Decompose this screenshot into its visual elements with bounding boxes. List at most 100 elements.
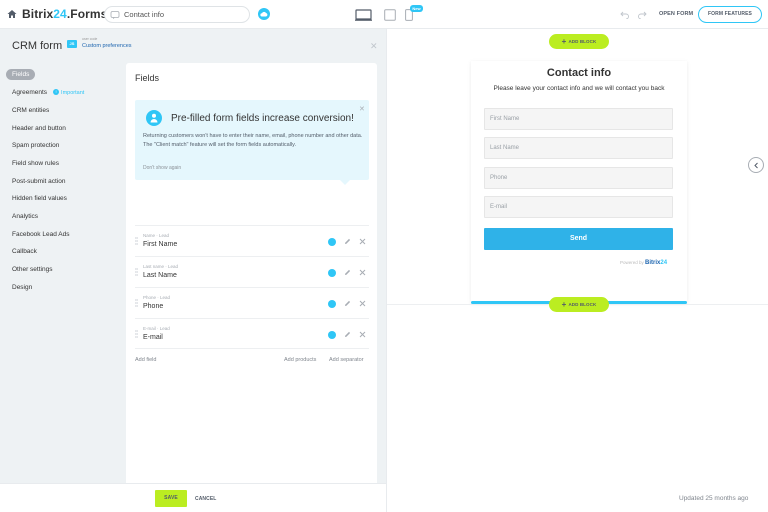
chat-icon bbox=[110, 11, 120, 19]
user-code-icon: JS bbox=[67, 40, 77, 48]
input-placeholder: Last Name bbox=[490, 145, 520, 151]
brand-suffix: .Forms bbox=[66, 7, 108, 21]
input-placeholder: First Name bbox=[490, 116, 520, 122]
powered-brand-accent: 24 bbox=[660, 260, 668, 266]
field-row[interactable]: Phone · Lead Phone bbox=[135, 287, 369, 318]
hint-close-icon[interactable]: ✕ bbox=[359, 106, 365, 113]
client-match-icon[interactable] bbox=[328, 331, 336, 339]
menu-item-hidden-field-values[interactable]: Hidden field values bbox=[12, 195, 67, 202]
desktop-icon[interactable] bbox=[355, 9, 372, 21]
collapse-button[interactable] bbox=[748, 157, 764, 173]
drag-handle-icon[interactable] bbox=[135, 268, 138, 276]
important-icon: ! bbox=[53, 89, 60, 95]
edit-icon[interactable] bbox=[344, 269, 351, 276]
send-button[interactable]: Send bbox=[484, 228, 673, 250]
cancel-button[interactable]: CANCEL bbox=[195, 496, 216, 502]
edit-icon[interactable] bbox=[344, 331, 351, 338]
hint-title: Pre-filled form fields increase conversi… bbox=[171, 113, 354, 124]
powered-by-label: Powered by bbox=[620, 260, 644, 265]
brand-main: Bitrix bbox=[22, 7, 54, 21]
delete-icon[interactable] bbox=[359, 300, 366, 307]
settings-panel: CRM form JS user code Custom preferences… bbox=[0, 29, 386, 512]
open-form-link[interactable]: OPEN FORM bbox=[659, 11, 693, 17]
delete-icon[interactable] bbox=[359, 238, 366, 245]
close-icon[interactable]: ✕ bbox=[370, 42, 378, 51]
menu-item-crm-entities[interactable]: CRM entities bbox=[12, 107, 49, 114]
edit-icon[interactable] bbox=[344, 238, 351, 245]
client-match-icon[interactable] bbox=[328, 300, 336, 308]
menu-item-design[interactable]: Design bbox=[12, 284, 32, 291]
add-block-label: ADD BLOCK bbox=[568, 39, 597, 44]
drag-handle-icon[interactable] bbox=[135, 330, 138, 338]
client-match-icon[interactable] bbox=[328, 238, 336, 246]
field-name: Last Name bbox=[143, 272, 177, 279]
powered-brand-main: Bitrix bbox=[645, 260, 661, 266]
dont-show-again-link[interactable]: Don't show again bbox=[143, 165, 181, 171]
last-name-input[interactable]: Last Name bbox=[484, 137, 673, 159]
panel-footer: SAVE CANCEL bbox=[0, 483, 386, 512]
field-meta: E-mail · Lead bbox=[143, 326, 170, 331]
undo-icon[interactable] bbox=[620, 10, 629, 19]
menu-item-header-and-button[interactable]: Header and button bbox=[12, 125, 66, 132]
field-row[interactable]: Last name · Lead Last Name bbox=[135, 256, 369, 287]
redo-icon[interactable] bbox=[638, 10, 647, 19]
cloud-save-button[interactable] bbox=[258, 8, 270, 20]
fields-title: Fields bbox=[135, 73, 160, 83]
menu-item-field-show-rules[interactable]: Field show rules bbox=[12, 160, 59, 167]
form-title-input[interactable]: Contact info bbox=[104, 6, 250, 23]
first-name-input[interactable]: First Name bbox=[484, 108, 673, 130]
hint-tail bbox=[340, 180, 350, 185]
phone-input[interactable]: Phone bbox=[484, 167, 673, 189]
updated-timestamp: Updated 25 months ago bbox=[679, 495, 749, 502]
field-row[interactable]: E-mail · Lead E-mail bbox=[135, 318, 369, 349]
field-meta: Last name · Lead bbox=[143, 264, 179, 269]
menu-item-agreements[interactable]: Agreements! Important bbox=[12, 89, 84, 96]
new-badge: New bbox=[410, 5, 423, 12]
user-match-icon bbox=[146, 110, 162, 126]
form-heading: Contact info bbox=[546, 67, 612, 79]
email-input[interactable]: E-mail bbox=[484, 196, 673, 218]
menu-item-other-settings[interactable]: Other settings bbox=[12, 266, 52, 273]
powered-by: Powered by Bitrix24 bbox=[620, 260, 667, 266]
delete-icon[interactable] bbox=[359, 331, 366, 338]
field-meta: Phone · Lead bbox=[143, 295, 171, 300]
cloud-icon bbox=[260, 11, 268, 17]
edit-icon[interactable] bbox=[344, 300, 351, 307]
save-button[interactable]: SAVE bbox=[155, 490, 187, 507]
menu-item-callback[interactable]: Callback bbox=[12, 248, 37, 255]
form-subheading: Please leave your contact info and we wi… bbox=[493, 85, 665, 92]
menu-item-facebook-lead-ads[interactable]: Facebook Lead Ads bbox=[12, 231, 69, 238]
add-field-link[interactable]: Add field bbox=[135, 357, 156, 363]
form-preview: + ADD BLOCK Contact info Please leave you… bbox=[386, 29, 768, 512]
client-match-icon[interactable] bbox=[328, 269, 336, 277]
powered-brand: Bitrix24 bbox=[645, 260, 667, 266]
fields-card: Fields Pre-filled form fields increase c… bbox=[126, 63, 377, 512]
form-features-button[interactable]: FORM FEATURES bbox=[698, 6, 762, 23]
menu-item-spam-protection[interactable]: Spam protection bbox=[12, 142, 59, 149]
add-block-button-bottom[interactable]: + ADD BLOCK bbox=[549, 297, 609, 312]
tablet-icon[interactable] bbox=[384, 9, 396, 21]
menu-item-post-submit-action[interactable]: Post-submit action bbox=[12, 178, 65, 185]
conversion-hint: Pre-filled form fields increase conversi… bbox=[135, 100, 369, 185]
top-bar: Bitrix24.Forms Contact info New OPEN FOR… bbox=[0, 0, 768, 29]
field-row[interactable]: Name · Lead First Name bbox=[135, 225, 369, 256]
plus-icon: + bbox=[561, 300, 567, 309]
chevron-left-icon bbox=[754, 162, 758, 169]
plus-icon: + bbox=[561, 37, 567, 46]
menu-item-fields[interactable]: Fields bbox=[6, 69, 36, 80]
hint-text: Returning customers won't have to enter … bbox=[143, 133, 363, 148]
menu-item-label: Agreements bbox=[12, 89, 48, 96]
home-icon[interactable] bbox=[7, 9, 17, 19]
drag-handle-icon[interactable] bbox=[135, 237, 138, 245]
add-separator-link[interactable]: Add separator bbox=[329, 357, 364, 363]
menu-item-analytics[interactable]: Analytics bbox=[12, 213, 38, 220]
drag-handle-icon[interactable] bbox=[135, 299, 138, 307]
add-block-label: ADD BLOCK bbox=[568, 302, 597, 307]
delete-icon[interactable] bbox=[359, 269, 366, 276]
field-name: Phone bbox=[143, 303, 164, 310]
field-name: E-mail bbox=[143, 334, 163, 341]
custom-preferences-link[interactable]: Custom preferences bbox=[82, 43, 132, 49]
add-block-button-top[interactable]: + ADD BLOCK bbox=[549, 34, 609, 49]
field-name: First Name bbox=[143, 241, 178, 248]
add-products-link[interactable]: Add products bbox=[284, 357, 316, 363]
